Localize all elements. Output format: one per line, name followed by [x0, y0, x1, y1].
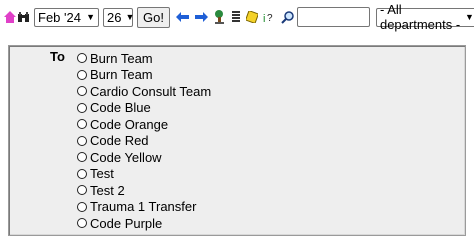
arrow-right-icon[interactable] [195, 9, 209, 25]
chevron-down-icon: ▼ [465, 12, 474, 22]
arrow-left-icon[interactable] [176, 9, 190, 25]
department-select[interactable]: - All departments - ▼ [375, 2, 474, 32]
radio-button[interactable] [77, 135, 87, 146]
recipient-label: Cardio Consult Team [90, 83, 212, 99]
toolbar: Feb '24 ▼ 26 ▼ Go! i? - All departments … [4, 2, 474, 32]
magnifier-icon[interactable] [281, 9, 295, 25]
recipient-label: Code Blue [90, 100, 151, 116]
recipient-option[interactable]: Trauma 1 Transfer [77, 199, 211, 216]
help-icon[interactable]: i? [263, 9, 277, 25]
recipient-option[interactable]: Burn Team [77, 67, 211, 84]
month-select[interactable]: Feb '24 ▼ [34, 7, 99, 27]
recipient-option[interactable]: Burn Team [77, 50, 211, 67]
recipient-panel: To Burn Team Burn Team Cardio Consult Te… [8, 45, 466, 236]
recipient-label: Code Red [90, 133, 149, 149]
recipient-list: Burn Team Burn Team Cardio Consult Team … [77, 50, 211, 232]
recipient-label: Code Orange [90, 116, 169, 132]
recipient-option[interactable]: Code Orange [77, 116, 211, 133]
note-icon[interactable] [245, 9, 259, 25]
recipient-label: Burn Team [90, 50, 153, 66]
recipient-option[interactable]: Code Purple [77, 215, 211, 232]
recipient-option[interactable]: Code Blue [77, 100, 211, 117]
recipient-label: Burn Team [90, 67, 153, 83]
search-input[interactable] [296, 7, 370, 27]
radio-button[interactable] [77, 86, 87, 97]
chevron-down-icon: ▼ [125, 12, 135, 22]
list-icon[interactable] [231, 9, 241, 25]
recipient-option[interactable]: Code Yellow [77, 149, 211, 166]
radio-button[interactable] [77, 152, 87, 163]
radio-button[interactable] [77, 69, 87, 80]
recipient-label: Code Yellow [90, 149, 162, 165]
recipient-label: Test [90, 166, 114, 182]
department-select-value: - All departments - [379, 2, 461, 32]
radio-button[interactable] [77, 185, 87, 196]
tree-icon[interactable] [213, 9, 227, 25]
recipient-label: Trauma 1 Transfer [90, 199, 197, 215]
recipient-label: Test 2 [90, 182, 125, 198]
recipient-option[interactable]: Test [77, 166, 211, 183]
go-button[interactable]: Go! [137, 6, 170, 28]
svg-text:i: i [263, 13, 265, 24]
radio-button[interactable] [77, 218, 87, 229]
radio-button[interactable] [77, 119, 87, 130]
chevron-down-icon: ▼ [86, 12, 95, 22]
home-icon[interactable] [4, 9, 16, 25]
recipient-option[interactable]: Code Red [77, 133, 211, 150]
day-select[interactable]: 26 ▼ [103, 7, 135, 27]
recipient-option[interactable]: Cardio Consult Team [77, 83, 211, 100]
month-select-value: Feb '24 [38, 9, 81, 25]
recipient-label: Code Purple [90, 215, 163, 231]
radio-button[interactable] [77, 53, 87, 64]
binoculars-icon[interactable] [18, 9, 29, 25]
recipient-option[interactable]: Test 2 [77, 182, 211, 199]
day-select-value: 26 [107, 9, 122, 25]
radio-button[interactable] [77, 201, 87, 212]
radio-button[interactable] [77, 168, 87, 179]
to-label: To [50, 49, 65, 64]
svg-text:?: ? [267, 13, 273, 24]
radio-button[interactable] [77, 102, 87, 113]
